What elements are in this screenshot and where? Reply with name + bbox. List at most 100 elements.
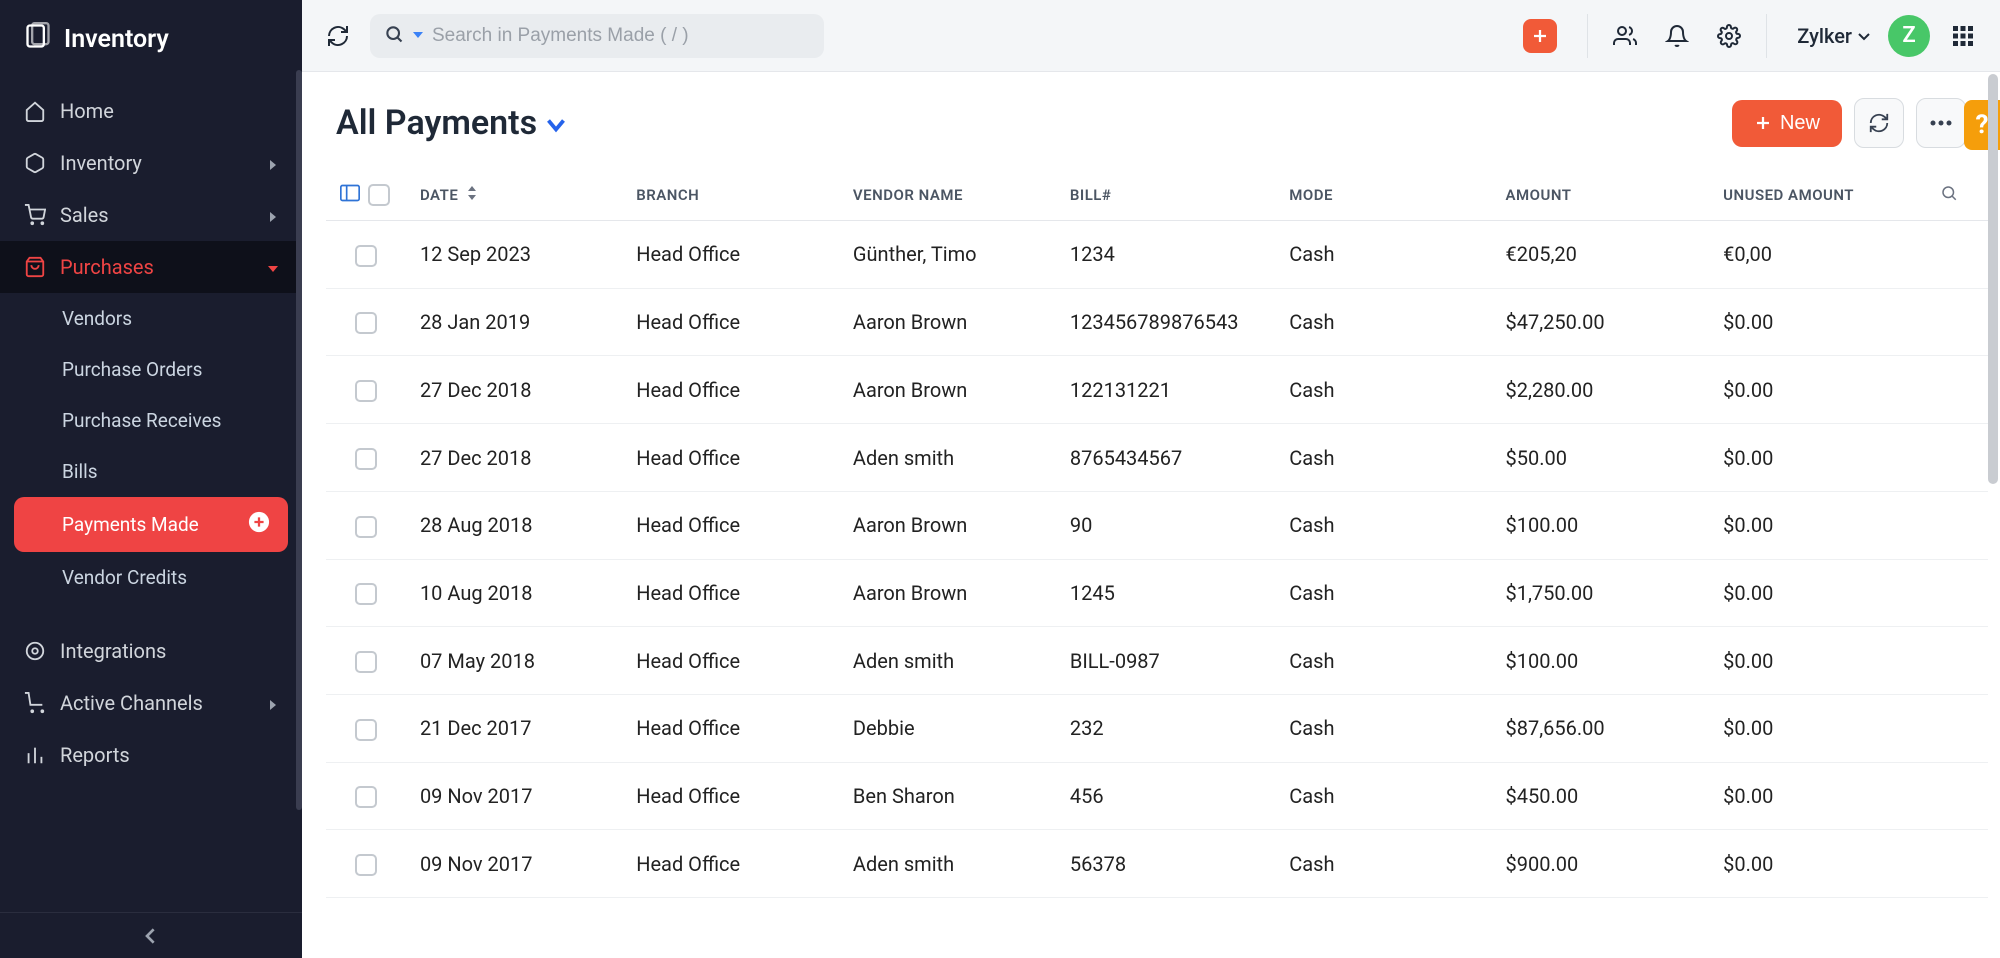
row-checkbox[interactable] <box>355 854 377 876</box>
sidebar-scrollbar[interactable] <box>296 70 302 810</box>
search-icon <box>384 24 404 48</box>
sidebar-item-active-channels[interactable]: Active Channels <box>0 677 302 729</box>
chevron-left-icon <box>143 928 159 944</box>
refresh-button[interactable] <box>324 22 352 50</box>
sidebar-item-payments-made[interactable]: Payments Made <box>14 497 288 552</box>
sidebar-item-label: Inventory <box>60 151 142 175</box>
collapse-sidebar-button[interactable] <box>0 912 302 958</box>
row-checkbox[interactable] <box>355 516 377 538</box>
table-row[interactable]: 07 May 2018 Head Office Aden smith BILL-… <box>326 627 1988 695</box>
sidebar-item-label: Purchase Receives <box>62 409 221 432</box>
sidebar-item-label: Active Channels <box>60 691 203 715</box>
inventory-logo-icon <box>24 22 52 57</box>
brand[interactable]: Inventory <box>0 0 302 79</box>
table-header-date[interactable]: DATE <box>406 170 622 221</box>
sidebar-item-home[interactable]: Home <box>0 85 302 137</box>
org-switcher[interactable]: Zylker <box>1797 24 1870 48</box>
cell-unused: $0.00 <box>1709 559 1926 627</box>
sidebar-item-purchase-orders[interactable]: Purchase Orders <box>62 344 302 395</box>
cell-amount: $900.00 <box>1492 830 1710 898</box>
users-button[interactable] <box>1610 21 1640 51</box>
cell-amount: $50.00 <box>1492 424 1710 492</box>
cell-vendor: Aaron Brown <box>839 356 1056 424</box>
sidebar-item-purchases[interactable]: Purchases <box>0 241 302 293</box>
main-scrollbar[interactable] <box>1988 74 1998 484</box>
gear-icon <box>1717 24 1741 48</box>
new-button[interactable]: New <box>1732 100 1842 147</box>
cell-branch: Head Office <box>622 221 839 289</box>
sidebar-item-label: Purchases <box>60 255 154 279</box>
table-row[interactable]: 27 Dec 2018 Head Office Aden smith 87654… <box>326 424 1988 492</box>
quick-add-button[interactable] <box>1523 19 1557 53</box>
home-icon <box>24 100 46 122</box>
table-header-unused[interactable]: UNUSED AMOUNT <box>1709 170 1926 221</box>
plus-circle-icon[interactable] <box>248 511 270 538</box>
table-row[interactable]: 27 Dec 2018 Head Office Aaron Brown 1221… <box>326 356 1988 424</box>
cell-unused: $0.00 <box>1709 830 1926 898</box>
payments-table: DATE BRANCH VENDOR NAME BILL# MODE AMOUN… <box>326 170 1988 898</box>
table-row[interactable]: 12 Sep 2023 Head Office Günther, Timo 12… <box>326 221 1988 289</box>
row-checkbox[interactable] <box>355 583 377 605</box>
sidebar-item-inventory[interactable]: Inventory <box>0 137 302 189</box>
row-checkbox[interactable] <box>355 651 377 673</box>
table-header-vendor[interactable]: VENDOR NAME <box>839 170 1056 221</box>
row-checkbox[interactable] <box>355 786 377 808</box>
sidebar-item-vendor-credits[interactable]: Vendor Credits <box>62 552 302 603</box>
table-row[interactable]: 28 Jan 2019 Head Office Aaron Brown 1234… <box>326 288 1988 356</box>
notifications-button[interactable] <box>1662 21 1692 51</box>
sidebar-item-purchase-receives[interactable]: Purchase Receives <box>62 395 302 446</box>
cell-amount: $1,750.00 <box>1492 559 1710 627</box>
topbar: Zylker Z <box>302 0 2000 72</box>
sort-icon <box>467 186 477 204</box>
sidebar-item-label: Payments Made <box>62 513 199 536</box>
avatar[interactable]: Z <box>1888 15 1930 57</box>
cell-unused: €0,00 <box>1709 221 1926 289</box>
apps-button[interactable] <box>1948 21 1978 51</box>
row-checkbox[interactable] <box>355 312 377 334</box>
table-header-branch[interactable]: BRANCH <box>622 170 839 221</box>
sidebar-item-integrations[interactable]: Integrations <box>0 625 302 677</box>
table-row[interactable]: 09 Nov 2017 Head Office Ben Sharon 456 C… <box>326 762 1988 830</box>
cell-amount: $2,280.00 <box>1492 356 1710 424</box>
sidebar-item-reports[interactable]: Reports <box>0 729 302 781</box>
table-row[interactable]: 21 Dec 2017 Head Office Debbie 232 Cash … <box>326 695 1988 763</box>
cell-vendor: Aden smith <box>839 424 1056 492</box>
table-header-mode[interactable]: MODE <box>1275 170 1491 221</box>
sidebar-item-vendors[interactable]: Vendors <box>62 293 302 344</box>
table-row[interactable]: 10 Aug 2018 Head Office Aaron Brown 1245… <box>326 559 1988 627</box>
page-title-dropdown[interactable]: All Payments <box>336 103 565 143</box>
row-checkbox[interactable] <box>355 719 377 741</box>
search-box[interactable] <box>370 14 824 58</box>
row-checkbox[interactable] <box>355 380 377 402</box>
search-scope-dropdown[interactable] <box>412 26 424 45</box>
table-row[interactable]: 09 Nov 2017 Head Office Aden smith 56378… <box>326 830 1988 898</box>
table-header-search[interactable] <box>1926 170 1988 221</box>
row-checkbox[interactable] <box>355 245 377 267</box>
sidebar-item-sales[interactable]: Sales <box>0 189 302 241</box>
cell-branch: Head Office <box>622 762 839 830</box>
box-icon <box>24 152 46 174</box>
column-settings-button[interactable] <box>340 184 360 206</box>
select-all-checkbox[interactable] <box>368 184 390 206</box>
sidebar-item-bills[interactable]: Bills <box>62 446 302 497</box>
cell-branch: Head Office <box>622 356 839 424</box>
search-input[interactable] <box>432 25 810 47</box>
sidebar-item-label: Bills <box>62 460 98 483</box>
cell-amount: $87,656.00 <box>1492 695 1710 763</box>
cell-vendor: Aaron Brown <box>839 491 1056 559</box>
table-row[interactable]: 28 Aug 2018 Head Office Aaron Brown 90 C… <box>326 491 1988 559</box>
page-title-label: All Payments <box>336 103 537 143</box>
table-header-bill[interactable]: BILL# <box>1056 170 1275 221</box>
sync-button[interactable] <box>1854 98 1904 148</box>
table-header-select <box>326 170 406 221</box>
cell-vendor: Aaron Brown <box>839 288 1056 356</box>
cell-vendor: Günther, Timo <box>839 221 1056 289</box>
plus-icon <box>1754 114 1772 132</box>
table-header-amount[interactable]: AMOUNT <box>1492 170 1710 221</box>
cell-mode: Cash <box>1275 221 1491 289</box>
row-checkbox[interactable] <box>355 448 377 470</box>
more-button[interactable] <box>1916 98 1966 148</box>
settings-button[interactable] <box>1714 21 1744 51</box>
cell-amount: $100.00 <box>1492 491 1710 559</box>
chevron-down-icon <box>1858 30 1870 42</box>
